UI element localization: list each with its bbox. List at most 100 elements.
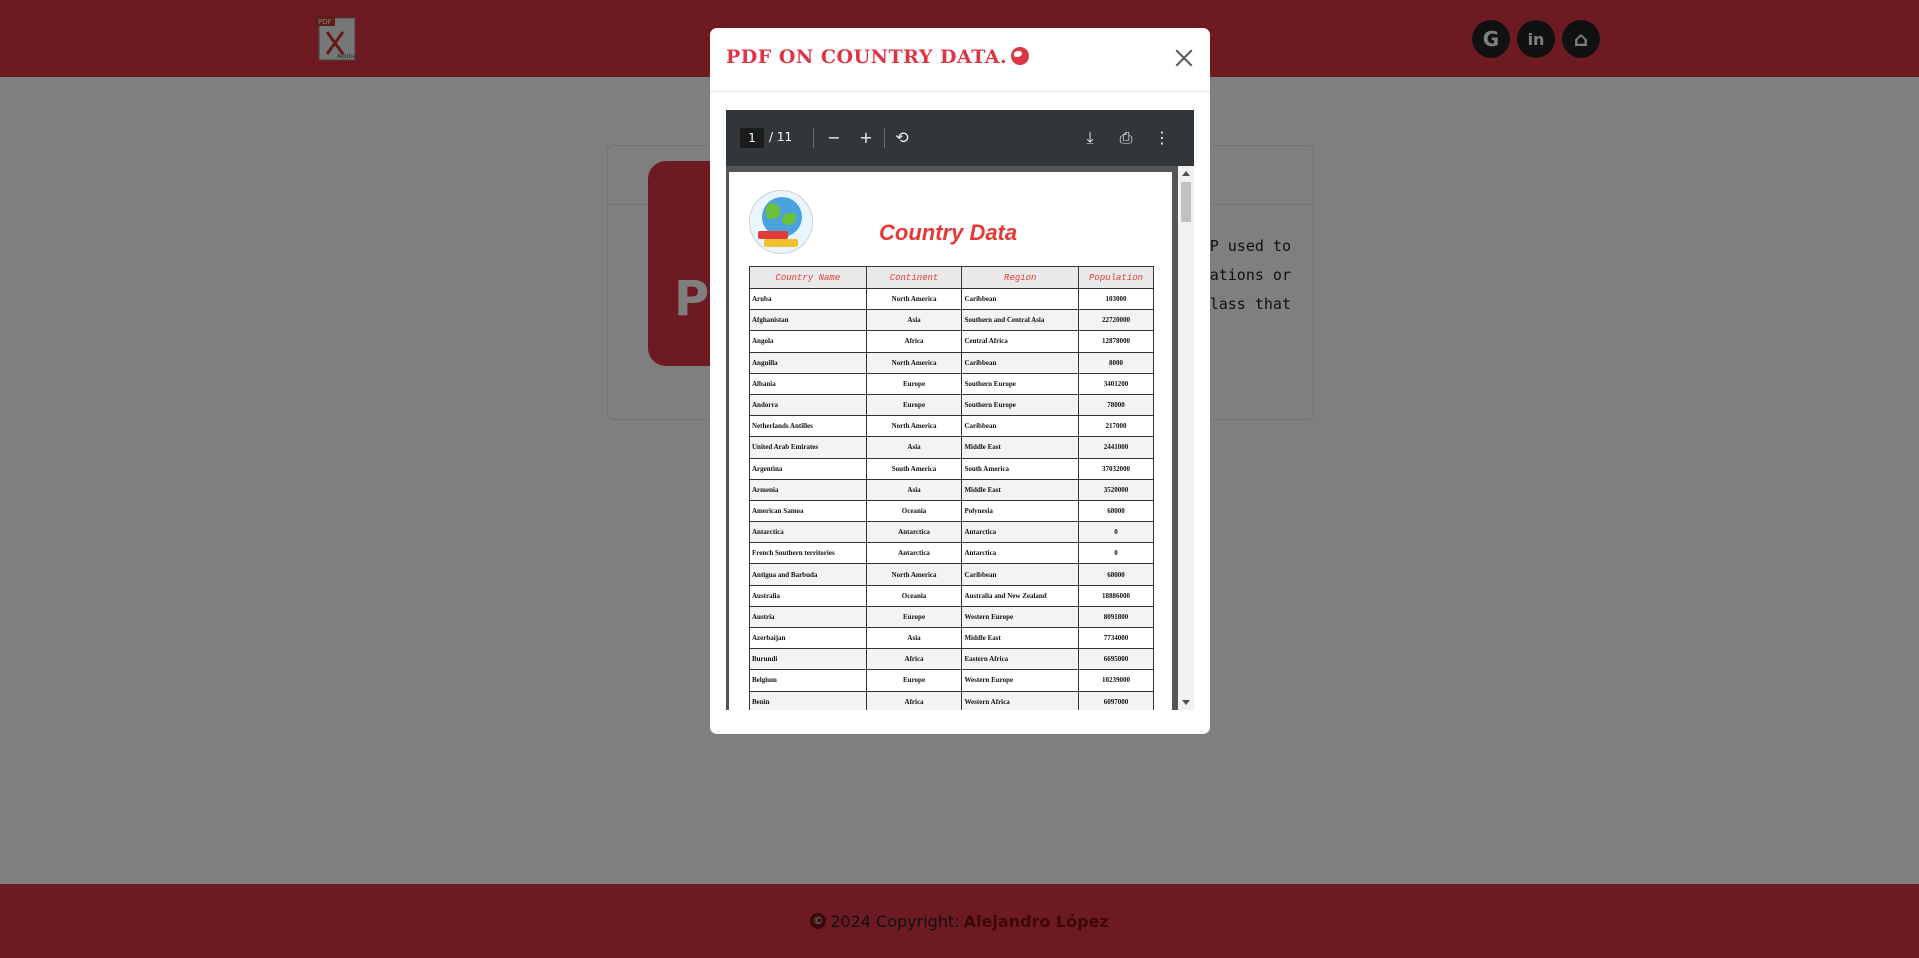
close-button[interactable] (1172, 46, 1196, 70)
table-cell: Antarctica (865, 521, 963, 544)
table-cell: 68000 (1078, 499, 1154, 523)
table-cell: Southern and Central Asia (961, 309, 1080, 332)
table-cell: Middle East (961, 626, 1080, 650)
table-cell: Middle East (961, 436, 1080, 459)
table-cell: Middle East (961, 478, 1080, 501)
pdf-document-area[interactable]: Country Data Country Name Continent Regi… (726, 166, 1194, 710)
table-row: Belgium Europe Western Europe 10239000 (749, 669, 1154, 692)
table-cell: Aruba (749, 287, 867, 311)
table-row: Afghanistan Asia Southern and Central Asia… (749, 309, 1154, 332)
table-cell: Western Europe (961, 605, 1080, 629)
toolbar-divider (813, 128, 814, 148)
table-cell: Africa (865, 690, 963, 710)
table-row: Austria Europe Western Europe 8091800 (749, 605, 1154, 629)
table-cell: Belgium (749, 669, 867, 692)
table-row: Albania Europe Southern Europe 3401200 (749, 372, 1154, 395)
modal-title: PDF ON COUNTRY DATA. (726, 46, 1030, 68)
table-row: French Southern territories Antarctica Ant… (749, 542, 1154, 565)
table-row: American Samoa Oceania Polynesia 68000 (749, 499, 1154, 523)
table-body: Aruba North America Caribbean 103000 Afghani… (749, 287, 1154, 710)
table-cell: Caribbean (961, 563, 1080, 586)
table-cell: Central Africa (961, 330, 1080, 353)
table-cell: 10239000 (1078, 669, 1154, 692)
table-cell: Australia and New Zealand (961, 584, 1080, 607)
more-options-icon[interactable]: ⋮ (1150, 126, 1174, 150)
table-header: Continent (865, 266, 963, 289)
table-cell: American Samoa (749, 499, 867, 523)
table-cell: 22720000 (1078, 309, 1154, 332)
table-cell: Western Europe (961, 669, 1080, 692)
table-cell: Angola (749, 330, 867, 353)
table-cell: South America (865, 457, 963, 480)
table-cell: Australia (749, 584, 867, 607)
download-icon[interactable]: ⤓ (1078, 126, 1102, 150)
table-cell: 78000 (1078, 393, 1154, 417)
table-cell: Europe (865, 372, 963, 395)
pdf-page: Country Data Country Name Continent Regi… (729, 172, 1172, 710)
table-cell: Europe (865, 393, 963, 417)
zoom-in-icon[interactable]: + (854, 126, 878, 150)
toolbar-divider (884, 128, 885, 148)
table-row: Burundi Africa Eastern Africa 6695000 (749, 648, 1154, 671)
page-total: / 11 (769, 130, 793, 144)
table-row: United Arab Emirates Asia Middle East 24410… (749, 436, 1154, 459)
table-header: Population (1078, 266, 1154, 289)
table-cell: North America (865, 563, 963, 586)
table-row: Andorra Europe Southern Europe 78000 (749, 393, 1154, 417)
scroll-up-arrow-icon[interactable] (1182, 171, 1190, 176)
scroll-thumb[interactable] (1181, 182, 1191, 222)
table-cell: Caribbean (961, 351, 1080, 374)
table-cell: 18886000 (1078, 584, 1154, 607)
table-cell: Caribbean (961, 415, 1080, 438)
table-cell: Western Africa (961, 690, 1080, 710)
table-cell: Netherlands Antilles (749, 415, 867, 438)
table-cell: Southern Europe (961, 372, 1080, 395)
table-cell: Asia (865, 309, 963, 332)
page-number-input[interactable]: 1 (740, 128, 764, 148)
table-cell: North America (865, 415, 963, 438)
table-row: Antarctica Antarctica Antarctica 0 (749, 521, 1154, 544)
table-cell: Andorra (749, 393, 867, 417)
table-cell: 217000 (1078, 415, 1154, 438)
pdf-modal: PDF ON COUNTRY DATA. 1 / 11 − + ⟲ ⤓ ⎙ ⋮ … (710, 28, 1210, 734)
table-cell: Burundi (749, 648, 867, 671)
table-cell: Austria (749, 605, 867, 629)
modal-header: PDF ON COUNTRY DATA. (710, 28, 1210, 92)
table-cell: Azerbaijan (749, 626, 867, 650)
table-cell: 37032000 (1078, 457, 1154, 480)
table-cell: 0 (1078, 542, 1154, 565)
modal-title-text: PDF ON COUNTRY DATA. (726, 46, 1008, 68)
table-cell: Asia (865, 436, 963, 459)
print-icon[interactable]: ⎙ (1114, 126, 1138, 150)
table-row: Azerbaijan Asia Middle East 7734000 (749, 626, 1154, 650)
table-row: Anguilla North America Caribbean 8000 (749, 351, 1154, 374)
table-cell: 3520000 (1078, 478, 1154, 501)
table-cell: Southern Europe (961, 393, 1080, 417)
table-cell: Asia (865, 478, 963, 501)
table-cell: Afghanistan (749, 309, 867, 332)
table-row: Benin Africa Western Africa 6097000 (749, 690, 1154, 710)
rotate-icon[interactable]: ⟲ (890, 126, 914, 150)
pdf-toolbar: 1 / 11 − + ⟲ ⤓ ⎙ ⋮ (726, 110, 1194, 166)
scroll-down-arrow-icon[interactable] (1182, 700, 1190, 705)
table-cell: Europe (865, 605, 963, 629)
table-cell: Antarctica (865, 542, 963, 565)
table-cell: North America (865, 351, 963, 374)
pdf-viewer[interactable]: 1 / 11 − + ⟲ ⤓ ⎙ ⋮ Country Data Country … (726, 110, 1194, 710)
table-header: Region (961, 266, 1080, 289)
table-cell: Eastern Africa (961, 648, 1080, 671)
scrollbar[interactable] (1178, 166, 1194, 710)
zoom-out-icon[interactable]: − (822, 126, 846, 150)
table-row: Armenia Asia Middle East 3520000 (749, 478, 1154, 501)
table-cell: Armenia (749, 478, 867, 501)
table-row: Netherlands Antilles North America Caribbe… (749, 415, 1154, 438)
globe-icon (1011, 47, 1030, 65)
table-row: Australia Oceania Australia and New Zealan… (749, 584, 1154, 607)
table-cell: Anguilla (749, 351, 867, 374)
table-row: Angola Africa Central Africa 12878000 (749, 330, 1154, 353)
table-cell: United Arab Emirates (749, 436, 867, 459)
table-cell: Asia (865, 626, 963, 650)
table-cell: Benin (749, 690, 867, 710)
table-cell: 3401200 (1078, 372, 1154, 395)
table-cell: Oceania (865, 584, 963, 607)
